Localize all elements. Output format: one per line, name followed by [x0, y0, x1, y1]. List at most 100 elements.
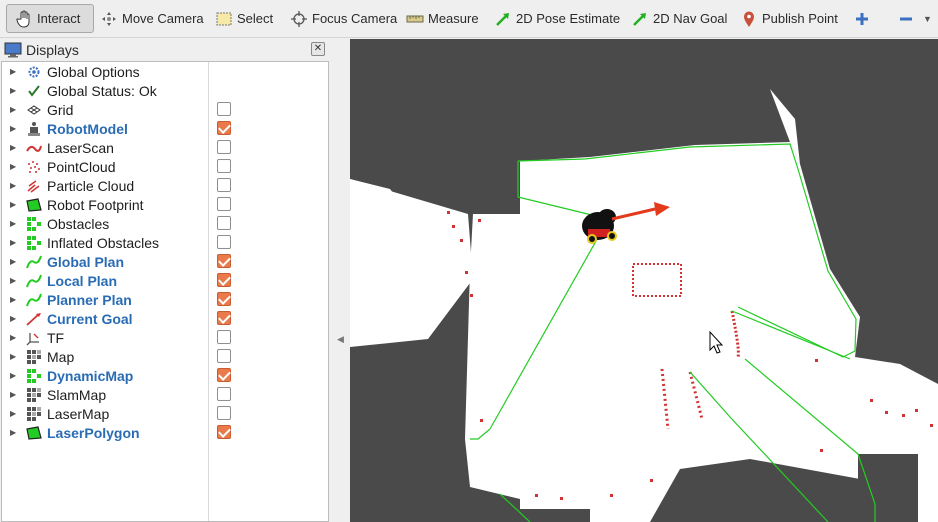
enable-checkbox[interactable]	[217, 197, 231, 211]
display-item-slammap[interactable]: ▶ SlamMap	[2, 385, 328, 404]
enable-checkbox[interactable]	[217, 235, 231, 249]
display-item-label: Global Plan	[47, 253, 125, 270]
display-item-lasermap[interactable]: ▶ LaserMap	[2, 404, 328, 423]
expand-arrow-icon[interactable]: ▶	[10, 67, 20, 76]
select-tool-button[interactable]: Select	[215, 4, 273, 33]
publish-point-tool-button[interactable]: Publish Point	[740, 4, 838, 33]
display-item-current-goal[interactable]: ▶ Current Goal	[2, 309, 328, 328]
enable-checkbox[interactable]	[217, 368, 231, 382]
expand-arrow-icon[interactable]: ▶	[10, 200, 20, 209]
measure-label: Measure	[428, 11, 479, 26]
crosshair-icon	[290, 10, 308, 28]
display-item-robotmodel[interactable]: ▶ RobotModel	[2, 119, 328, 138]
expand-arrow-icon[interactable]: ▶	[10, 295, 20, 304]
display-item-label: Current Goal	[47, 310, 133, 327]
display-item-robot-footprint[interactable]: ▶ Robot Footprint	[2, 195, 328, 214]
enable-checkbox[interactable]	[217, 140, 231, 154]
path-icon	[25, 254, 43, 270]
expand-arrow-icon[interactable]: ▶	[10, 124, 20, 133]
display-item-obstacles[interactable]: ▶ Obstacles	[2, 214, 328, 233]
enable-checkbox[interactable]	[217, 330, 231, 344]
enable-checkbox[interactable]	[217, 292, 231, 306]
display-item-tf[interactable]: ▶ TF	[2, 328, 328, 347]
display-item-label: PointCloud	[47, 158, 116, 175]
display-item-label: SlamMap	[47, 386, 107, 403]
enable-checkbox[interactable]	[217, 102, 231, 116]
displays-panel: Displays ✕ ▶ Global Options ▶ Global Status…	[0, 39, 329, 522]
nav-goal-tool-button[interactable]: 2D Nav Goal	[631, 4, 727, 33]
display-item-global-options[interactable]: ▶ Global Options	[2, 62, 328, 81]
selection-box-icon	[215, 10, 233, 28]
enable-checkbox[interactable]	[217, 254, 231, 268]
displays-title: Displays	[26, 42, 79, 58]
display-item-laserscan[interactable]: ▶ LaserScan	[2, 138, 328, 157]
display-item-label: DynamicMap	[47, 367, 134, 384]
robot-icon	[25, 121, 43, 137]
grid-icon	[25, 102, 43, 118]
select-label: Select	[237, 11, 274, 26]
gear-icon	[25, 64, 43, 80]
display-item-local-plan[interactable]: ▶ Local Plan	[2, 271, 328, 290]
expand-arrow-icon[interactable]: ▶	[10, 352, 20, 361]
expand-arrow-icon[interactable]: ▶	[10, 314, 20, 323]
green-arrow-icon	[631, 10, 649, 28]
focus-camera-tool-button[interactable]: Focus Camera	[290, 4, 397, 33]
display-item-planner-plan[interactable]: ▶ Planner Plan	[2, 290, 328, 309]
display-item-grid[interactable]: ▶ Grid	[2, 100, 328, 119]
focus-camera-label: Focus Camera	[312, 11, 398, 26]
expand-arrow-icon[interactable]: ▶	[10, 390, 20, 399]
enable-checkbox[interactable]	[217, 216, 231, 230]
close-icon[interactable]: ✕	[311, 42, 325, 56]
display-item-pointcloud[interactable]: ▶ PointCloud	[2, 157, 328, 176]
expand-arrow-icon[interactable]: ▶	[10, 181, 20, 190]
expand-arrow-icon[interactable]: ▶	[10, 257, 20, 266]
expand-arrow-icon[interactable]: ▶	[10, 143, 20, 152]
display-item-particle-cloud[interactable]: ▶ Particle Cloud	[2, 176, 328, 195]
grid-cells-icon	[25, 216, 43, 232]
path-icon	[25, 292, 43, 308]
enable-checkbox[interactable]	[217, 311, 231, 325]
expand-arrow-icon[interactable]: ▶	[10, 371, 20, 380]
polygon-icon	[25, 197, 43, 213]
display-item-inflated-obstacles[interactable]: ▶ Inflated Obstacles	[2, 233, 328, 252]
interact-tool-button[interactable]: Interact	[6, 4, 94, 33]
collapse-left-icon[interactable]: ◀	[337, 334, 344, 345]
chevron-down-icon[interactable]: ▼	[923, 14, 932, 24]
expand-arrow-icon[interactable]: ▶	[10, 333, 20, 342]
display-item-map[interactable]: ▶ Map	[2, 347, 328, 366]
enable-checkbox[interactable]	[217, 425, 231, 439]
display-item-global-plan[interactable]: ▶ Global Plan	[2, 252, 328, 271]
add-tool-button[interactable]	[853, 4, 875, 33]
expand-arrow-icon[interactable]: ▶	[10, 162, 20, 171]
enable-checkbox[interactable]	[217, 159, 231, 173]
pose-estimate-tool-button[interactable]: 2D Pose Estimate	[494, 4, 620, 33]
move-camera-tool-button[interactable]: Move Camera	[100, 4, 204, 33]
remove-tool-button[interactable]: ▼	[897, 4, 932, 33]
display-item-global-status-ok[interactable]: ▶ Global Status: Ok	[2, 81, 328, 100]
expand-arrow-icon[interactable]: ▶	[10, 238, 20, 247]
display-item-dynamicmap[interactable]: ▶ DynamicMap	[2, 366, 328, 385]
display-item-laserpolygon[interactable]: ▶ LaserPolygon	[2, 423, 328, 442]
measure-tool-button[interactable]: Measure	[406, 4, 479, 33]
expand-arrow-icon[interactable]: ▶	[10, 409, 20, 418]
display-item-label: LaserScan	[47, 139, 114, 156]
grid-cells-icon	[25, 368, 43, 384]
expand-arrow-icon[interactable]: ▶	[10, 276, 20, 285]
enable-checkbox[interactable]	[217, 387, 231, 401]
enable-checkbox[interactable]	[217, 273, 231, 287]
enable-checkbox[interactable]	[217, 121, 231, 135]
enable-checkbox[interactable]	[217, 406, 231, 420]
enable-checkbox[interactable]	[217, 178, 231, 192]
expand-arrow-icon[interactable]: ▶	[10, 219, 20, 228]
expand-arrow-icon[interactable]: ▶	[10, 428, 20, 437]
display-item-label: LaserMap	[47, 405, 110, 422]
enable-checkbox[interactable]	[217, 349, 231, 363]
expand-arrow-icon[interactable]: ▶	[10, 86, 20, 95]
display-item-label: Robot Footprint	[47, 196, 144, 213]
path-icon	[25, 273, 43, 289]
expand-arrow-icon[interactable]: ▶	[10, 105, 20, 114]
displays-panel-header: Displays ✕	[0, 39, 329, 61]
map-icon	[25, 387, 43, 403]
render-viewport[interactable]	[350, 39, 938, 522]
panel-splitter[interactable]: ◀	[329, 39, 350, 522]
